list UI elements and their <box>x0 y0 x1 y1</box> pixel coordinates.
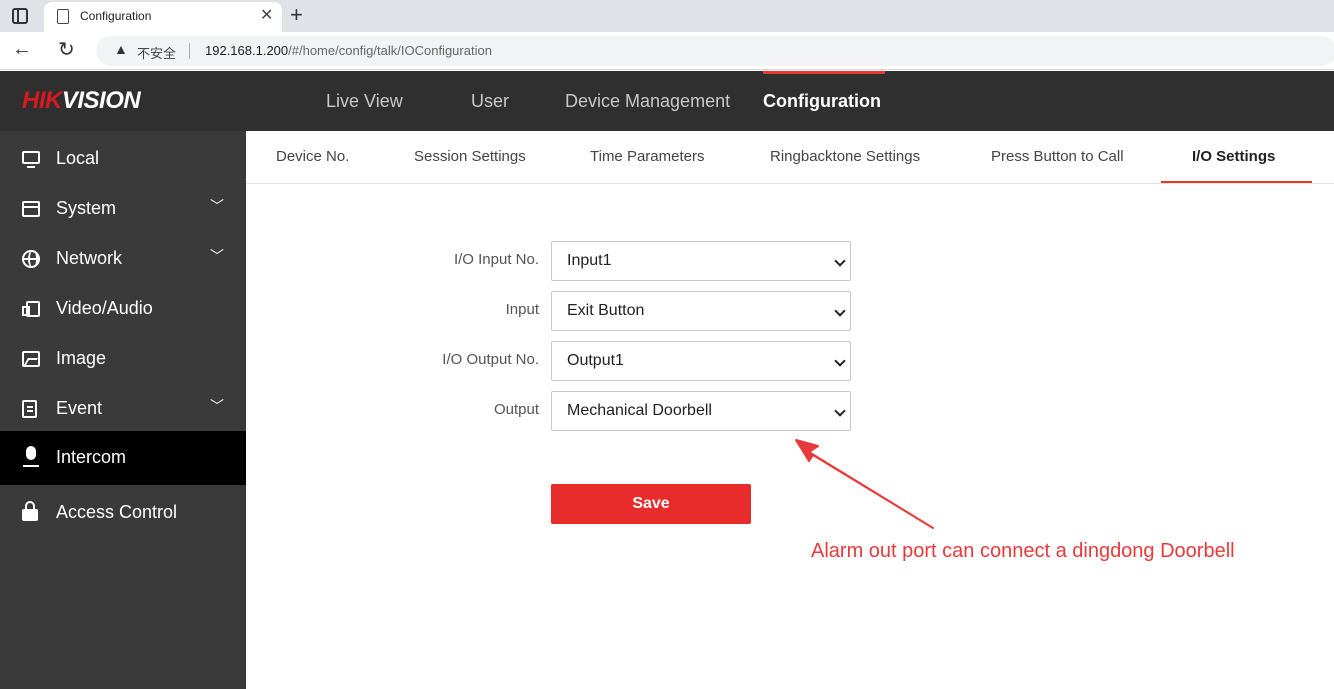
annotation-text: Alarm out port can connect a dingdong Do… <box>811 540 1235 562</box>
annotation-arrow <box>795 439 934 529</box>
